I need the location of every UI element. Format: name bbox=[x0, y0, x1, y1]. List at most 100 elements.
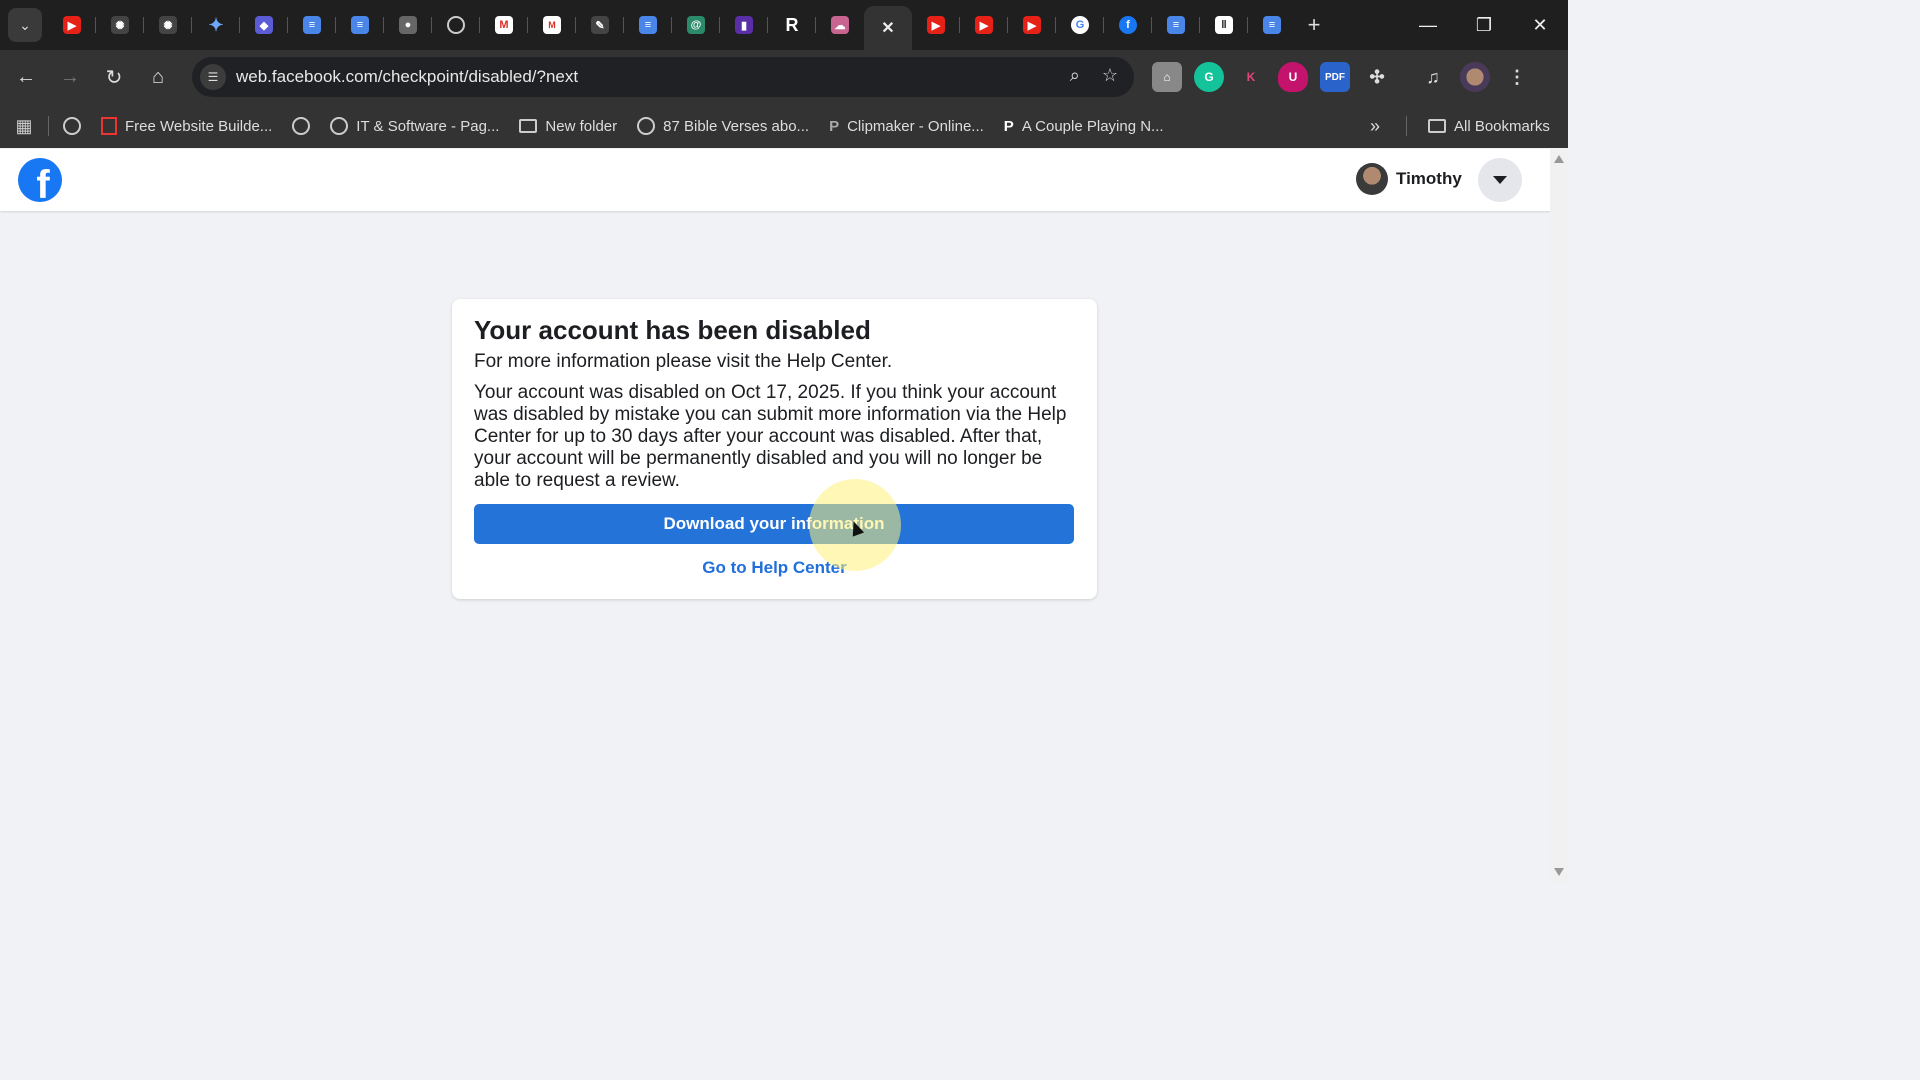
page-viewport: f Timothy Your account has been disabled… bbox=[0, 149, 1550, 882]
tab-docs[interactable]: ≡ bbox=[288, 7, 336, 43]
forward-arrow-icon[interactable]: → bbox=[48, 59, 92, 95]
window-controls: — ❐ ✕ bbox=[1400, 0, 1568, 50]
tab-active-facebook[interactable]: ✕ bbox=[864, 6, 912, 50]
p-logo-icon: P bbox=[1003, 117, 1014, 135]
url-text[interactable]: web.facebook.com/checkpoint/disabled/?ne… bbox=[236, 67, 578, 87]
docs-icon: ≡ bbox=[303, 16, 321, 34]
docs-icon: ≡ bbox=[1263, 16, 1281, 34]
page-scrollbar[interactable] bbox=[1550, 149, 1568, 882]
globe-icon bbox=[292, 117, 311, 135]
bookmark-label: 87 Bible Verses abo... bbox=[663, 117, 810, 135]
tab-docs-5[interactable]: ≡ bbox=[1248, 7, 1296, 43]
reload-icon[interactable]: ↻ bbox=[92, 59, 136, 95]
bookmark-item-1[interactable]: IT & Software - Pag... bbox=[330, 117, 499, 135]
home-icon[interactable]: ⌂ bbox=[136, 59, 180, 95]
tab-extension-2[interactable]: ✎ bbox=[576, 7, 624, 43]
profile-button[interactable]: Timothy bbox=[1356, 163, 1462, 195]
gmail-icon: M bbox=[543, 16, 561, 34]
youtube-icon: ▶ bbox=[63, 16, 81, 34]
close-icon[interactable]: ✕ bbox=[879, 19, 897, 37]
download-information-button[interactable]: Download your information bbox=[474, 479, 1074, 571]
bookmark-item-2[interactable]: New folder bbox=[519, 118, 617, 135]
bookmark-globe[interactable] bbox=[63, 117, 81, 135]
bookmarks-overflow-button[interactable]: » bbox=[1370, 116, 1380, 137]
media-control-icon[interactable]: ♫ bbox=[1418, 62, 1448, 92]
bookmark-star-icon[interactable]: ☆ bbox=[1102, 65, 1118, 86]
tab-site[interactable]: ● bbox=[384, 7, 432, 43]
tab-google[interactable]: G bbox=[1056, 7, 1104, 43]
address-bar[interactable]: ☰ web.facebook.com/checkpoint/disabled/?… bbox=[192, 57, 1134, 97]
globe-icon bbox=[637, 117, 656, 135]
tab-chatgpt-2[interactable]: ✺ bbox=[144, 7, 192, 43]
tab-extension[interactable]: ◆ bbox=[240, 7, 288, 43]
tab-search-button[interactable]: ⌄ bbox=[8, 8, 42, 42]
minimize-button[interactable]: — bbox=[1400, 0, 1456, 50]
tab-chatgpt[interactable]: ✺ bbox=[96, 7, 144, 43]
tab-gmail-2[interactable]: M bbox=[528, 7, 576, 43]
gemini-sparkle-icon: ✦ bbox=[208, 14, 224, 35]
tab-youtube-2[interactable]: ▶ bbox=[912, 7, 960, 43]
tab-youtube[interactable]: ▶ bbox=[48, 7, 96, 43]
tab-chart[interactable]: ▮ bbox=[720, 7, 768, 43]
extension-gray-icon[interactable]: ⌂ bbox=[1152, 62, 1182, 92]
apps-grid-icon[interactable]: ▦ bbox=[0, 116, 48, 137]
all-bookmarks-button[interactable]: All Bookmarks bbox=[1428, 118, 1550, 135]
globe-icon bbox=[330, 117, 349, 135]
close-window-button[interactable]: ✕ bbox=[1512, 0, 1568, 50]
folder-icon bbox=[1428, 119, 1446, 133]
puzzle-icon[interactable]: ✣ bbox=[1362, 62, 1392, 92]
tab-pause[interactable]: ‖ bbox=[1200, 7, 1248, 43]
bookmark-label: Free Website Builde... bbox=[125, 117, 273, 135]
tab-grammar[interactable]: @ bbox=[672, 7, 720, 43]
bookmarks-bar: ▦ Free Website Builde... IT & Software -… bbox=[0, 104, 1568, 148]
cloud-icon: ☁ bbox=[831, 16, 849, 34]
card-title: Your account has been disabled bbox=[474, 315, 871, 345]
bookmark-item-0[interactable]: Free Website Builde... bbox=[101, 117, 272, 135]
tab-gemini[interactable]: ✦ bbox=[192, 7, 240, 43]
tab-facebook[interactable]: f bbox=[1104, 7, 1152, 43]
account-dropdown-button[interactable] bbox=[1478, 158, 1522, 202]
facebook-icon: f bbox=[1119, 16, 1137, 34]
scroll-up-arrow-icon[interactable] bbox=[1554, 155, 1564, 163]
bookmark-label: New folder bbox=[545, 117, 618, 135]
site-settings-icon[interactable]: ☰ bbox=[200, 64, 226, 90]
bookmarks-divider-2 bbox=[1406, 116, 1407, 136]
tab-r[interactable]: R bbox=[768, 7, 816, 43]
tab-youtube-4[interactable]: ▶ bbox=[1008, 7, 1056, 43]
zoom-icon[interactable]: ⌕ bbox=[1070, 65, 1080, 86]
tab-globe[interactable] bbox=[432, 7, 480, 43]
google-icon: G bbox=[1071, 16, 1089, 34]
facebook-logo-icon[interactable]: f bbox=[18, 158, 62, 202]
scroll-down-arrow-icon[interactable] bbox=[1554, 868, 1564, 876]
browser-toolbar: ← → ↻ ⌂ ☰ web.facebook.com/checkpoint/di… bbox=[0, 50, 1568, 104]
youtube-icon: ▶ bbox=[1023, 16, 1041, 34]
tab-claude[interactable]: ☁ bbox=[816, 7, 864, 43]
site-icon: ● bbox=[399, 16, 417, 34]
tab-youtube-3[interactable]: ▶ bbox=[960, 7, 1008, 43]
bookmark-globe-2[interactable] bbox=[292, 117, 311, 135]
bookmark-item-3[interactable]: 87 Bible Verses abo... bbox=[637, 117, 809, 135]
back-arrow-icon[interactable]: ← bbox=[4, 59, 48, 95]
tab-gmail[interactable]: M bbox=[480, 7, 528, 43]
bookmark-item-4[interactable]: P Clipmaker - Online... bbox=[829, 118, 984, 135]
tab-docs-3[interactable]: ≡ bbox=[624, 7, 672, 43]
gmail-icon: M bbox=[495, 16, 513, 34]
bird-icon: ◆ bbox=[255, 16, 273, 34]
bookmark-item-5[interactable]: P A Couple Playing N... bbox=[1004, 118, 1164, 135]
ublock-icon[interactable]: U bbox=[1278, 62, 1308, 92]
new-tab-button[interactable]: + bbox=[1296, 12, 1332, 38]
red-square-icon bbox=[101, 117, 117, 135]
restore-button[interactable]: ❐ bbox=[1456, 0, 1512, 50]
menu-kebab-icon[interactable]: ⋮ bbox=[1502, 62, 1532, 92]
caret-down-icon bbox=[1493, 176, 1507, 184]
tab-docs-2[interactable]: ≡ bbox=[336, 7, 384, 43]
chatgpt-icon: ✺ bbox=[111, 16, 129, 34]
help-center-link[interactable]: Go to Help Center bbox=[474, 558, 1075, 578]
facebook-header: f Timothy bbox=[0, 149, 1550, 211]
tab-docs-4[interactable]: ≡ bbox=[1152, 7, 1200, 43]
profile-avatar-icon[interactable] bbox=[1460, 62, 1490, 92]
pdf-icon[interactable]: PDF bbox=[1320, 62, 1350, 92]
tab-list: ▶ ✺ ✺ ✦ ◆ ≡ ≡ ● M M ✎ ≡ @ ▮ R ☁ ✕ ▶ ▶ ▶ … bbox=[48, 0, 1332, 50]
k-extension-icon[interactable]: K bbox=[1236, 62, 1266, 92]
grammarly-icon[interactable]: G bbox=[1194, 62, 1224, 92]
